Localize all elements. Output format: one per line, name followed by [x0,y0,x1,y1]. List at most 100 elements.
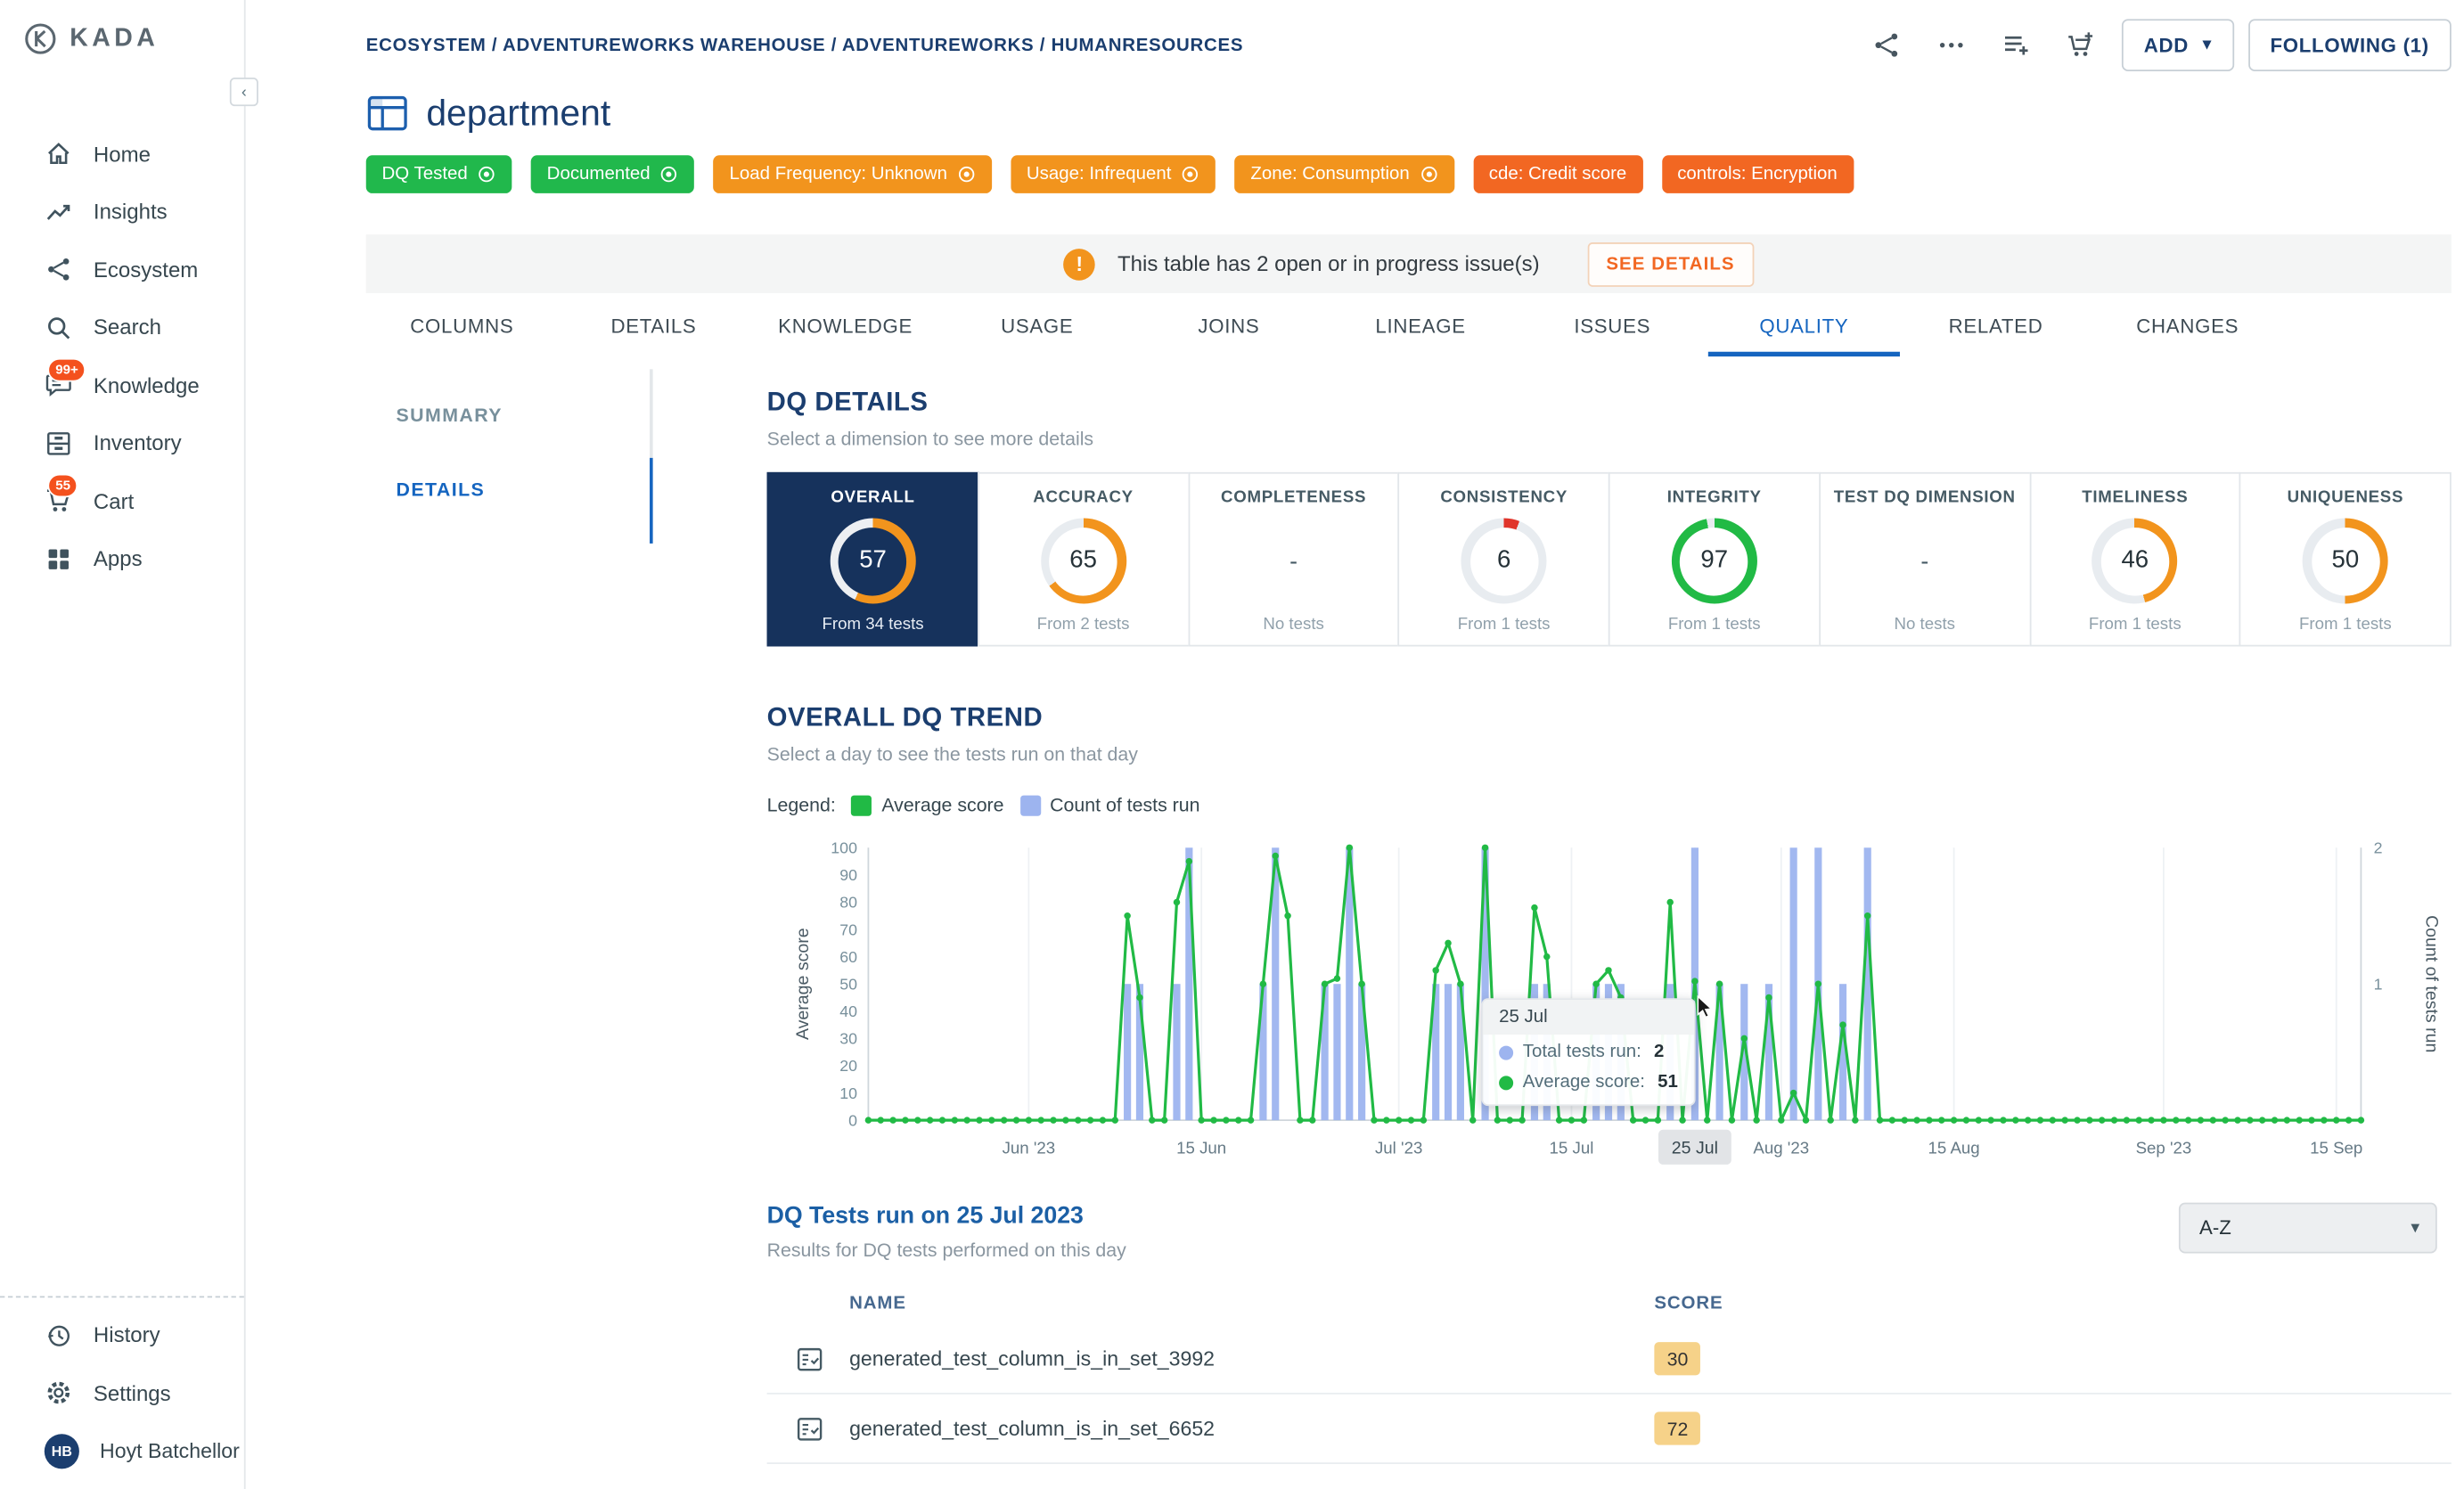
avg-score-point[interactable] [1951,1117,1957,1123]
avg-score-point[interactable] [1987,1117,1993,1123]
avg-score-point[interactable] [1926,1117,1932,1123]
avg-score-point[interactable] [2099,1117,2105,1123]
add-to-cart-icon[interactable] [2057,21,2108,69]
avg-score-point[interactable] [2086,1117,2092,1123]
avg-score-point[interactable] [1581,1117,1587,1123]
dimension-card-accuracy[interactable]: ACCURACY65From 2 tests [978,472,1190,647]
avg-score-point[interactable] [1037,1117,1044,1123]
tag-chip-load-frequency-unknown[interactable]: Load Frequency: Unknown [714,155,992,193]
avg-score-point[interactable] [2210,1117,2216,1123]
avg-score-point[interactable] [1938,1117,1944,1123]
avg-score-point[interactable] [1716,980,1723,986]
table-row[interactable]: generated_test_column_is_in_set_399230 [767,1325,2452,1395]
avg-score-point[interactable] [1396,1117,1402,1123]
app-logo[interactable]: KADA [0,0,244,71]
avg-score-point[interactable] [1556,1117,1562,1123]
tab-issues[interactable]: ISSUES [1517,295,1708,356]
sidebar-item-settings[interactable]: Settings [0,1364,244,1422]
avg-score-point[interactable] [1210,1117,1216,1123]
avg-score-point[interactable] [1432,967,1438,973]
dimension-card-consistency[interactable]: CONSISTENCY6From 1 tests [1398,472,1610,647]
tests-count-bar[interactable] [1864,847,1871,1120]
tests-count-bar[interactable] [1445,984,1452,1120]
avg-score-point[interactable] [1494,1117,1501,1123]
sidebar-item-apps[interactable]: Apps [0,530,244,588]
sidebar-collapse-button[interactable]: ‹ [230,78,258,106]
avg-score-point[interactable] [1827,1117,1833,1123]
tests-count-bar[interactable] [1173,984,1180,1120]
add-to-list-icon[interactable] [1992,21,2042,69]
avg-score-point[interactable] [1136,994,1142,1001]
avg-score-point[interactable] [1186,858,1192,864]
see-details-button[interactable]: SEE DETAILS [1587,241,1754,286]
avg-score-point[interactable] [1408,1117,1414,1123]
avg-score-point[interactable] [1235,1117,1241,1123]
sidebar-item-history[interactable]: History [0,1306,244,1364]
tab-related[interactable]: RELATED [1900,295,2092,356]
avg-score-point[interactable] [2074,1117,2080,1123]
avg-score-point[interactable] [1963,1117,1969,1123]
avg-score-point[interactable] [2358,1117,2364,1123]
avg-score-point[interactable] [1383,1117,1389,1123]
avg-score-point[interactable] [2247,1117,2253,1123]
avg-score-point[interactable] [1913,1117,1920,1123]
avg-score-point[interactable] [988,1117,995,1123]
dimension-card-completeness[interactable]: COMPLETENESS-No tests [1188,472,1400,647]
avg-score-point[interactable] [1519,1117,1525,1123]
tag-chip-dq-tested[interactable]: DQ Tested [366,155,512,193]
avg-score-point[interactable] [1457,980,1463,986]
subnav-item-details[interactable]: DETAILS [366,466,767,513]
avg-score-point[interactable] [939,1117,945,1123]
avg-score-point[interactable] [1901,1117,1907,1123]
avg-score-point[interactable] [1371,1117,1377,1123]
avg-score-point[interactable] [1050,1117,1056,1123]
avg-score-point[interactable] [1864,912,1871,919]
avg-score-point[interactable] [2234,1117,2240,1123]
avg-score-point[interactable] [1889,1117,1895,1123]
avg-score-point[interactable] [2284,1117,2290,1123]
avg-score-point[interactable] [914,1117,921,1123]
tests-count-bar[interactable] [1124,984,1131,1120]
avg-score-point[interactable] [2296,1117,2302,1123]
avg-score-point[interactable] [1248,1117,1254,1123]
avg-score-point[interactable] [1778,1117,1784,1123]
avg-score-point[interactable] [1358,980,1364,986]
avg-score-point[interactable] [2136,1117,2142,1123]
avg-score-point[interactable] [2037,1117,2043,1123]
avg-score-point[interactable] [2173,1117,2179,1123]
avg-score-point[interactable] [1198,1117,1204,1123]
avg-score-point[interactable] [1322,980,1328,986]
tag-chip-controls-encryption[interactable]: controls: Encryption [1661,155,1853,193]
avg-score-point[interactable] [1790,1090,1797,1096]
subnav-item-summary[interactable]: SUMMARY [366,391,767,438]
avg-score-point[interactable] [927,1117,933,1123]
more-options-icon[interactable] [1927,21,1977,69]
avg-score-point[interactable] [1087,1117,1093,1123]
avg-score-point[interactable] [2272,1117,2278,1123]
avg-score-point[interactable] [963,1117,970,1123]
dimension-card-overall[interactable]: OVERALL57From 34 tests [767,472,979,647]
avg-score-point[interactable] [2050,1117,2056,1123]
avg-score-point[interactable] [2061,1117,2067,1123]
avg-score-point[interactable] [1100,1117,1106,1123]
avg-score-point[interactable] [1815,980,1821,986]
avg-score-point[interactable] [1112,1117,1118,1123]
avg-score-point[interactable] [1284,912,1290,919]
avg-score-point[interactable] [1976,1117,1982,1123]
avg-score-point[interactable] [1026,1117,1032,1123]
sidebar-item-home[interactable]: Home [0,125,244,183]
avg-score-point[interactable] [2025,1117,2031,1123]
avg-score-point[interactable] [1469,1117,1476,1123]
avg-score-point[interactable] [1679,1117,1685,1123]
following-button[interactable]: FOLLOWING (1) [2248,19,2452,71]
avg-score-point[interactable] [2148,1117,2154,1123]
avg-score-point[interactable] [865,1117,872,1123]
avg-score-point[interactable] [1729,1117,1735,1123]
sidebar-user[interactable]: HB Hoyt Batchellor [0,1422,244,1480]
avg-score-point[interactable] [1655,1117,1661,1123]
avg-score-point[interactable] [1704,1117,1710,1123]
avg-score-point[interactable] [1507,1117,1513,1123]
avg-score-point[interactable] [2185,1117,2191,1123]
avg-score-point[interactable] [1075,1117,1081,1123]
tag-chip-documented[interactable]: Documented [531,155,695,193]
